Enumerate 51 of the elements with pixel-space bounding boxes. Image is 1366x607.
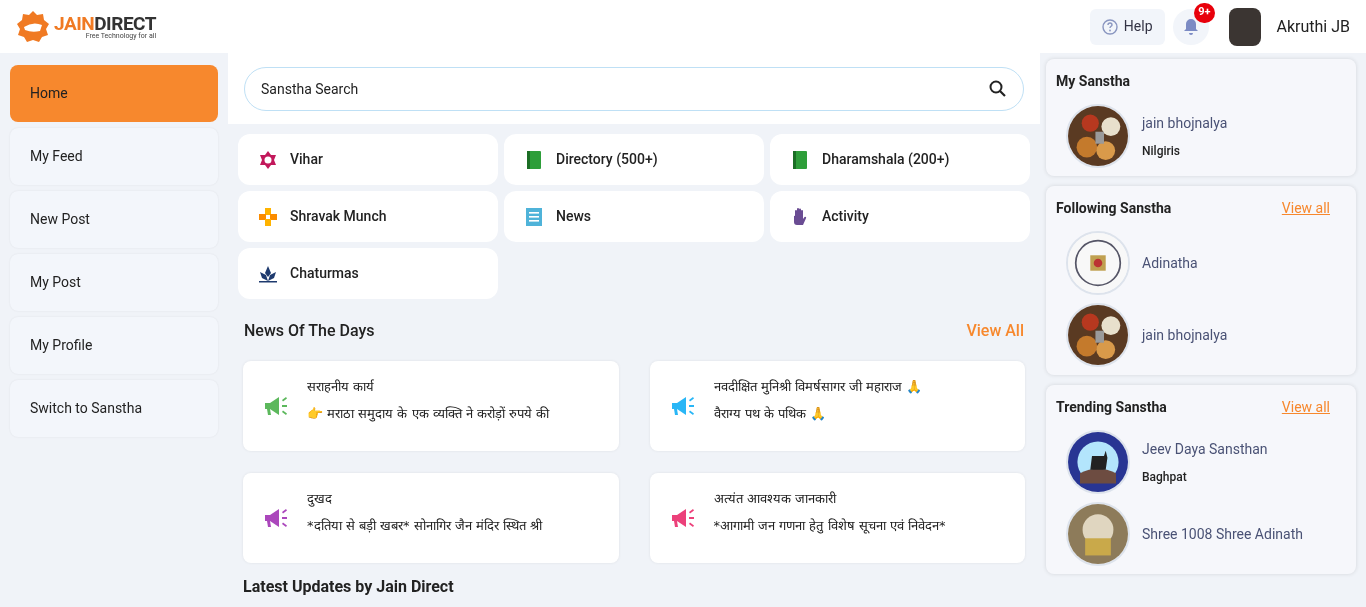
category-tile[interactable]: News [504, 191, 764, 242]
sanstha-name[interactable]: jain bhojnalya [1142, 112, 1228, 134]
user-name: Akruthi JB [1276, 15, 1350, 38]
news-title: दुखद [307, 489, 333, 508]
news-text: *दतिया से बड़ी खबर* सोनागिर जैन मंदिर स्थित श्री [307, 517, 543, 535]
sanstha-name[interactable]: jain bhojnalya [1142, 324, 1228, 346]
sanstha-location: Baghpat [1142, 468, 1188, 486]
news-text: वैराग्य पथ के पथिक 🙏 [713, 405, 828, 423]
news-title: नवदीक्षित मुनिश्री विमर्षसागर जी महाराज 🙏 [713, 377, 923, 396]
panel-title: My Sanstha [1056, 72, 1130, 91]
news-title: सराहनीय कार्य [307, 377, 376, 396]
nav-item[interactable]: New Post [10, 191, 218, 248]
news-text: *आगामी जन गणना हेतु विशेष सूचना एवं निवेदन* [713, 517, 946, 536]
section-title: Latest Updates by Jain Direct [242, 576, 455, 598]
sanstha-name[interactable]: Jeev Daya Sansthan [1142, 438, 1268, 460]
nav-item[interactable]: Switch to Sanstha [10, 380, 218, 437]
category-tile[interactable]: Shravak Munch [238, 191, 498, 242]
sanstha-location: Nilgiris [1142, 142, 1181, 160]
news-card[interactable]: अत्यंत आवश्यक जानकारी *आगामी जन गणना हेतु विशेष सूचना एवं निवेदन* [649, 473, 1025, 563]
news-title: अत्यंत आवश्यक जानकारी [713, 489, 838, 508]
sanstha-name[interactable]: Adinatha [1142, 252, 1198, 274]
book-icon [524, 149, 544, 170]
news-card[interactable]: दुखद *दतिया से बड़ी खबर* सोनागिर जैन मंदिर स्थित श्री [243, 473, 619, 563]
nav-item[interactable]: My Profile [10, 317, 218, 374]
document-icon [524, 206, 544, 227]
news-card[interactable]: सराहनीय कार्य 👉 मराठा समुदाय के एक व्यक्ति ने करोड़ों रुपये की [243, 361, 619, 451]
panel-title: Trending Sanstha [1056, 398, 1167, 417]
help-button[interactable]: Help [1089, 8, 1165, 45]
news-card[interactable]: नवदीक्षित मुनिश्री विमर्षसागर जी महाराज 🙏 वैराग्य पथ के पथिक 🙏 [649, 361, 1025, 451]
user-avatar [1228, 7, 1261, 46]
puzzle-icon [258, 206, 278, 227]
category-tile[interactable]: Directory (500+) [504, 134, 764, 185]
nav-item[interactable]: Home [10, 65, 218, 122]
nav-item[interactable]: My Post [10, 254, 218, 311]
section-title: News Of The Days [244, 320, 375, 342]
search-field[interactable]: Sanstha Search [244, 66, 1024, 111]
news-text: 👉 मराठा समुदाय के एक व्यक्ति ने करोड़ों रुपये की [307, 405, 550, 424]
emblem-icon [258, 149, 278, 170]
book-icon [790, 149, 810, 170]
category-tile[interactable]: Chaturmas [238, 248, 498, 299]
panel-title: Following Sanstha [1056, 199, 1172, 218]
sanstha-name[interactable]: Shree 1008 Shree Adinath [1142, 523, 1303, 545]
logo-icon [16, 9, 50, 44]
logo-text: JAINDIRECT [54, 13, 157, 33]
category-tile[interactable]: Vihar [238, 134, 498, 185]
category-tile[interactable]: Dharamshala (200+) [770, 134, 1030, 185]
category-tile[interactable]: Activity [770, 191, 1030, 242]
notification-badge: 9+ [1194, 2, 1215, 23]
search-icon[interactable] [988, 78, 1008, 99]
nav-item[interactable]: My Feed [10, 128, 218, 185]
help-icon [1101, 18, 1118, 35]
